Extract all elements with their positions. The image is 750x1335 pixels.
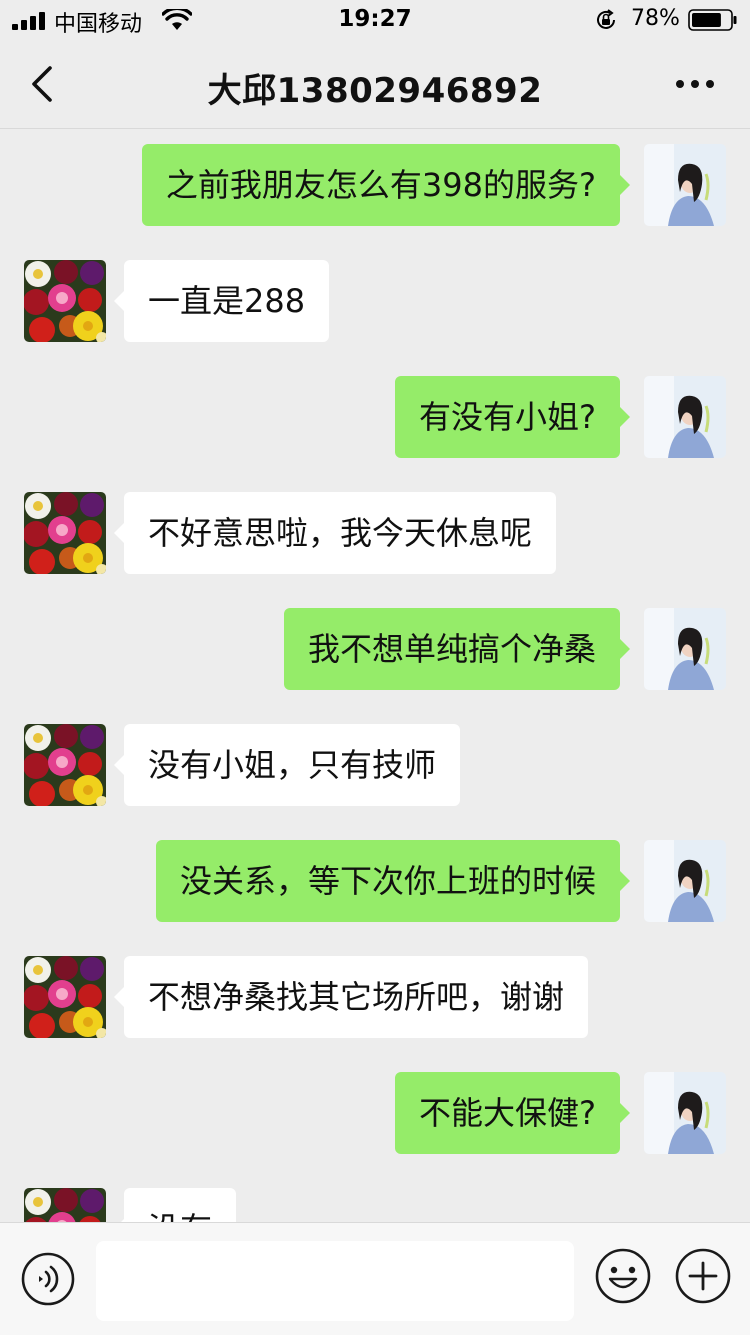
emoji-button[interactable] [594,1247,652,1305]
message-row: 没有 [0,1188,750,1222]
profile-photo-image [644,1072,726,1154]
back-button[interactable] [24,62,64,106]
contact-avatar[interactable] [24,1188,106,1222]
received-message-bubble[interactable]: 一直是288 [113,260,330,342]
message-row: 一直是288 [0,260,750,344]
received-message-bubble[interactable]: 不想净桑找其它场所吧，谢谢 [113,956,589,1038]
my-avatar[interactable] [644,840,726,922]
contact-avatar[interactable] [24,260,106,342]
profile-photo-image [644,144,726,226]
my-avatar[interactable] [644,376,726,458]
contact-title: 大邱13802946892 [207,71,543,111]
message-row: 我不想单纯搞个净桑 [0,608,750,692]
profile-photo-image [644,376,726,458]
more-options-button[interactable] [670,64,720,104]
input-bar [0,1222,750,1335]
message-row: 没关系，等下次你上班的时候 [0,840,750,924]
flower-avatar-image [24,1188,106,1222]
profile-photo-image [644,840,726,922]
sent-message-bubble[interactable]: 有没有小姐? [395,376,630,458]
flower-avatar-image [24,724,106,806]
contact-avatar[interactable] [24,492,106,574]
voice-button[interactable] [20,1251,76,1307]
my-avatar[interactable] [644,608,726,690]
message-row: 有没有小姐? [0,376,750,460]
profile-photo-image [644,608,726,690]
sent-message-bubble[interactable]: 之前我朋友怎么有398的服务? [141,144,631,226]
my-avatar[interactable] [644,1072,726,1154]
battery-icon [688,9,737,31]
received-message-bubble[interactable]: 不好意思啦，我今天休息呢 [113,492,557,574]
contact-avatar[interactable] [24,956,106,1038]
sent-message-bubble[interactable]: 我不想单纯搞个净桑 [283,608,631,690]
battery-percent: 78% [631,6,680,31]
sent-message-bubble[interactable]: 不能大保健? [395,1072,630,1154]
contact-avatar[interactable] [24,724,106,806]
message-row: 不想净桑找其它场所吧，谢谢 [0,956,750,1040]
message-list[interactable]: 之前我朋友怎么有398的服务? 一直是288 有没有小姐? 不好意思啦，我今天休… [0,129,750,1222]
plus-button[interactable] [674,1247,732,1305]
flower-avatar-image [24,956,106,1038]
orientation-lock-icon [597,9,615,29]
flower-avatar-image [24,260,106,342]
message-row: 不能大保健? [0,1072,750,1156]
received-message-bubble[interactable]: 没有 [113,1188,237,1222]
message-input[interactable] [96,1241,574,1321]
message-row: 之前我朋友怎么有398的服务? [0,144,750,228]
received-message-bubble[interactable]: 没有小姐，只有技师 [113,724,461,806]
message-row: 没有小姐，只有技师 [0,724,750,808]
flower-avatar-image [24,492,106,574]
message-row: 不好意思啦，我今天休息呢 [0,492,750,576]
my-avatar[interactable] [644,144,726,226]
chat-header: 大邱13802946892 [0,40,750,129]
status-bar: 中国移动 19:27 78% [0,0,750,40]
sent-message-bubble[interactable]: 没关系，等下次你上班的时候 [155,840,631,922]
